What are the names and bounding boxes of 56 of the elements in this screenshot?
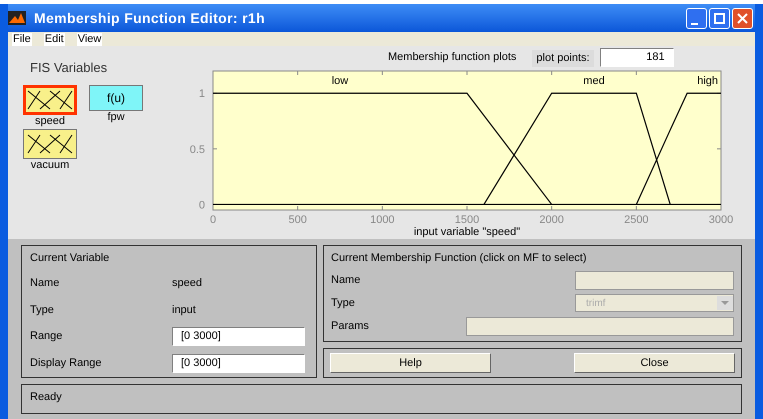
- close-button[interactable]: [732, 8, 753, 28]
- x-tick-label: 2000: [539, 214, 564, 226]
- y-tick-label: 0: [198, 199, 205, 212]
- membership-curves-icon: [26, 88, 74, 110]
- field-label: Range: [30, 329, 64, 344]
- panel-title: Current Membership Function (click on MF to select): [331, 251, 588, 266]
- variable-label: vacuum: [30, 158, 70, 172]
- x-tick-label: 1500: [454, 214, 480, 226]
- field-label: Type: [30, 302, 55, 318]
- variable-label: speed: [35, 114, 65, 128]
- dialog-button[interactable]: Help: [330, 353, 491, 373]
- system-block[interactable]: f(u): [89, 84, 143, 110]
- field-value: speed: [172, 276, 202, 292]
- x-tick-label: 500: [288, 214, 307, 226]
- panel-title: Current Variable: [30, 251, 110, 266]
- maximize-button[interactable]: [709, 8, 730, 28]
- curve-label: high: [697, 75, 718, 87]
- input-field[interactable]: [0 3000]: [172, 327, 305, 346]
- curve-label: med: [583, 75, 605, 87]
- x-tick-label: 3000: [708, 214, 734, 226]
- section-title: FIS Variables: [29, 59, 108, 77]
- status-text: Ready: [30, 391, 62, 403]
- maximize-icon: [714, 12, 725, 24]
- field-label: Name: [30, 276, 60, 292]
- field-label: Type: [331, 296, 355, 311]
- field-value: input: [172, 302, 196, 318]
- caret-icon: [717, 296, 733, 310]
- plot-points-label: plot points:: [532, 50, 594, 66]
- field-label: Display Range: [30, 356, 103, 371]
- plot-points-field[interactable]: 181: [600, 48, 674, 67]
- dialog-button[interactable]: Close: [574, 353, 735, 373]
- menu-item[interactable]: View: [76, 32, 102, 46]
- curve-label: low: [332, 75, 348, 87]
- menu-item[interactable]: File: [12, 32, 32, 46]
- menu-item[interactable]: Edit: [44, 32, 65, 46]
- close-icon: [737, 12, 748, 24]
- membership-curve[interactable]: [213, 92, 552, 205]
- membership-curve[interactable]: [636, 92, 721, 205]
- variable-block[interactable]: [23, 128, 77, 158]
- variable-block[interactable]: [23, 84, 77, 114]
- plot-title: Membership function plots: [388, 50, 516, 66]
- x-tick-label: 2500: [624, 214, 649, 226]
- window-title: Membership Function Editor: r1h: [34, 8, 265, 28]
- input-field[interactable]: [0 3000]: [172, 354, 305, 373]
- minimize-button[interactable]: [686, 8, 707, 28]
- x-tick-label: 1000: [370, 214, 395, 226]
- y-tick-label: 0.5: [190, 144, 205, 156]
- variable-label: fpw: [107, 110, 125, 124]
- y-tick-label: 1: [198, 88, 205, 100]
- x-tick-label: 0: [210, 214, 216, 226]
- membership-curves-icon: [26, 132, 74, 154]
- field-label: Params: [331, 318, 370, 334]
- field-label: Name: [331, 272, 360, 288]
- axis-title: input variable "speed": [414, 226, 520, 238]
- membership-curve[interactable]: [483, 92, 671, 205]
- app-icon: [8, 11, 26, 25]
